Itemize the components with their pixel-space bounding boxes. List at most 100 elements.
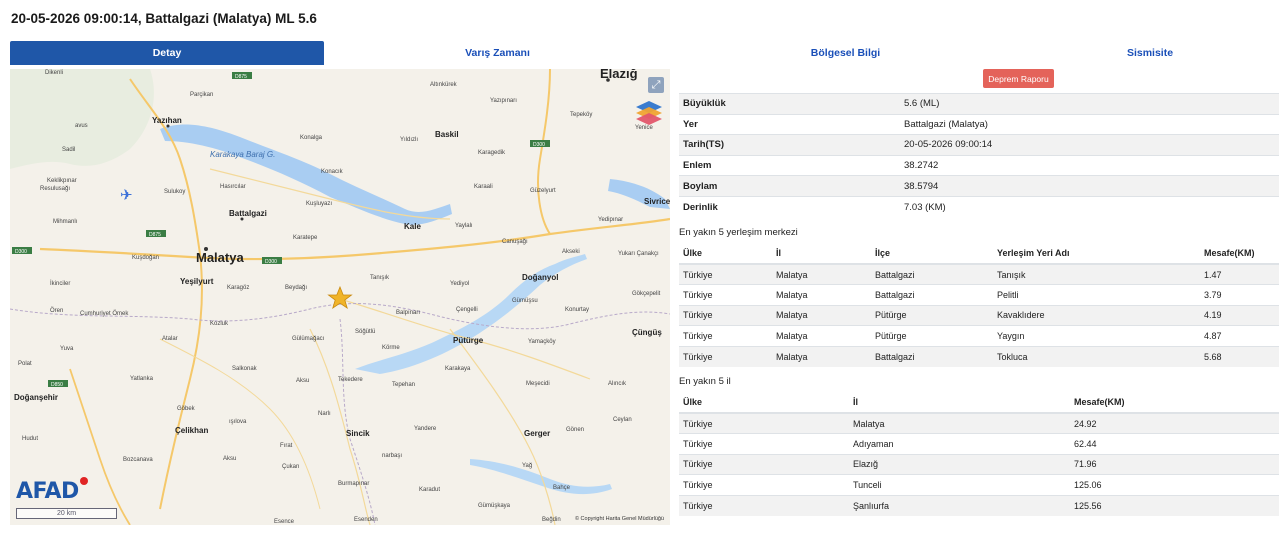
map-label: Hasırcılar [220,184,246,190]
table-cell: 4.19 [1200,304,1279,326]
table-cell: Pütürge [871,304,993,326]
column-header: Ülke [679,243,772,265]
map-label-yazihan: Yazıhan [152,116,182,125]
table-row: Türkiye Malatya Battalgazi Pelitli 3.79 [679,284,1279,306]
map-label-celikhan: Çelikhan [175,426,208,435]
table-cell: Şanlıurfa [849,494,1070,516]
map-label: Yamaçköy [528,339,556,345]
settlements-title: En yakın 5 yerleşim merkezi [679,227,798,238]
table-row: Türkiye Tunceli 125.06 [679,474,1279,496]
map-label-kale: Kale [404,222,421,231]
map-label: Tepeköy [570,112,592,118]
table-cell: Türkiye [679,263,772,285]
column-header: İl [772,243,871,265]
map-label-battalgazi: Battalgazi [229,209,267,218]
table-cell: 62.44 [1070,433,1279,455]
admin-border-2 [339,318,376,525]
map-label: Yağ [522,463,532,469]
map-label: Beydağı [285,285,307,291]
map-label: Gökçepelit [632,291,661,297]
column-header: Ülke [679,392,849,414]
table-cell: Battalgazi [871,284,993,306]
map-label: Sadil [62,147,75,153]
road-label-d875: D875 [235,74,247,80]
table-header-row: Ülke İl İlçe Yerleşim Yeri Adı Mesafe(KM… [679,243,1279,265]
expand-map-icon[interactable]: ⤢ [648,77,664,93]
map-label: Karagöz [227,285,249,291]
table-cell: Elazığ [849,453,1070,475]
table-cell: Battalgazi [871,345,993,367]
map-label-sivrice: Sivrice [644,197,670,206]
column-header: Yerleşim Yeri Adı [993,243,1200,265]
table-cell: 24.92 [1070,412,1279,434]
tab-sismisite[interactable]: Sismisite [1020,41,1280,65]
map-label-puturge: Pütürge [453,336,484,345]
map-view[interactable]: D875 D875 D300 D300 D300 D850 ✈ Elazığ M… [10,69,670,525]
map-label: Parçikan [190,92,213,98]
map-label: Sulukoy [164,189,185,195]
map-scale: 20 km [16,508,117,519]
map-label: Esence [274,519,295,525]
road-label-d300b: D300 [15,249,27,255]
table-cell: Türkiye [679,494,849,516]
table-cell: Türkiye [679,345,772,367]
column-header: Mesafe(KM) [1070,392,1279,414]
road-minor-4 [449,328,556,525]
provinces-title: En yakın 5 il [679,376,731,387]
map-label-malatya: Malatya [196,250,244,265]
table-cell: Türkiye [679,284,772,306]
tab-bolgesel-bilgi[interactable]: Bölgesel Bilgi [671,41,1020,65]
table-cell: Tunceli [849,474,1070,496]
map-label: Karagedik [478,150,506,156]
epicenter-star-icon[interactable] [327,285,353,309]
table-cell: Malatya [772,284,871,306]
map-label: Atalar [162,336,178,342]
layers-icon[interactable] [634,99,664,127]
table-row: Türkiye Malatya Pütürge Kavaklıdere 4.19 [679,304,1279,326]
map-label: Kuşdoğan [132,255,159,261]
detail-key: Yer [679,113,900,135]
table-cell: Türkiye [679,433,849,455]
map-label: Gülümağacı [292,336,325,342]
detail-value: 38.5794 [900,175,1279,197]
map-canvas: D875 D875 D300 D300 D300 D850 ✈ Elazığ M… [10,69,670,525]
tab-varis-zamani[interactable]: Varış Zamanı [324,41,671,65]
road-minor-3 [309,328,371,525]
road-label-d300: D300 [265,259,277,265]
page-title: 20-05-2026 09:00:14, Battalgazi (Malatya… [11,11,317,26]
table-cell: Tanışık [993,263,1200,285]
table-cell: 5.68 [1200,345,1279,367]
map-label: Yıldızlı [400,137,418,143]
map-label: Yedipınar [598,217,623,223]
table-cell: Türkiye [679,304,772,326]
map-label: Canuşağı [502,239,528,245]
map-label: Yandere [414,426,437,432]
table-cell: Türkiye [679,412,849,434]
map-label: Meşecidi [526,381,550,387]
map-label: Balpınarı [396,310,420,316]
map-label: Kuşluyazı [306,201,332,207]
table-row: Türkiye Şanlıurfa 125.56 [679,494,1279,516]
map-label-dogansehir: Doğanşehir [14,393,58,402]
detail-row: Büyüklük 5.6 (ML) [679,93,1279,115]
map-label: Dikenli [45,70,63,76]
map-label: ışılova [229,419,247,425]
map-label: Yuva [60,346,74,352]
earthquake-report-button[interactable]: Deprem Raporu [983,69,1054,88]
map-label: Göbek [177,406,196,412]
map-label: Karadut [419,487,440,493]
table-header-row: Ülke İl Mesafe(KM) [679,392,1279,414]
map-label-yesilyurt: Yeşilyurt [180,277,214,286]
provinces-table: Ülke İl Mesafe(KM) Türkiye Malatya 24.92 T… [679,392,1279,516]
table-row: Türkiye Malatya Battalgazi Tokluca 5.68 [679,345,1279,367]
detail-row: Tarih(TS) 20-05-2026 09:00:14 [679,134,1279,156]
map-label: Konacık [321,169,344,175]
detail-value: Battalgazi (Malatya) [900,113,1279,135]
map-label: Burmapınar [338,481,369,487]
afad-logo: AFAD [16,479,79,504]
table-cell: 71.96 [1070,453,1279,475]
tab-detay[interactable]: Detay [10,41,324,65]
detail-value: 38.2742 [900,154,1279,176]
detail-value: 7.03 (KM) [900,195,1279,218]
table-cell: 125.56 [1070,494,1279,516]
